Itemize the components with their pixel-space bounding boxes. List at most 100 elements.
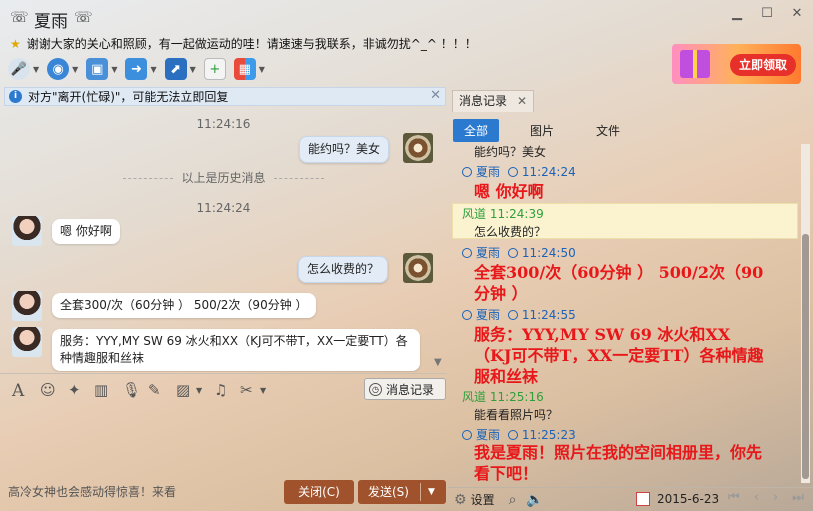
message-history-panel: 消息记录 ✕ 全部 图片 文件 能约吗？美女 夏雨 11:24:24 嗯 你好啊… <box>448 88 813 511</box>
apps-button[interactable]: ▦ ▼ <box>233 56 265 82</box>
contact-icon <box>462 310 472 320</box>
tab-label: 消息记录 <box>459 94 508 108</box>
promo-claim-button[interactable]: 立即领取 <box>730 54 796 76</box>
remote-desktop-icon: ▣ <box>86 58 109 80</box>
message-history-button[interactable]: ◷ 消息记录 <box>364 378 446 400</box>
filter-tab-all[interactable]: 全部 <box>453 118 500 142</box>
phone-icon[interactable]: ☏ <box>74 8 93 26</box>
contact-avatar[interactable] <box>12 327 42 357</box>
message-input[interactable] <box>0 404 447 476</box>
phone-icon[interactable]: ☏ <box>10 8 29 26</box>
contact-avatar[interactable] <box>12 216 42 246</box>
apps-icon: ▦ <box>233 58 256 80</box>
message-timestamp: 11:24:24 <box>196 201 251 215</box>
history-list[interactable]: 能约吗？美女 夏雨 11:24:24 嗯 你好啊 风道 11:24:39 怎么收… <box>448 144 800 483</box>
contact-message: 全套300/次（60分钟 ） 500/2次（90分钟 ） <box>52 293 316 318</box>
close-tab-icon[interactable]: ✕ <box>517 91 527 111</box>
video-call-button[interactable]: ◉ ▼ <box>47 56 78 82</box>
chevron-down-icon[interactable]: ▼ <box>196 386 202 395</box>
voice-call-button[interactable]: 🎤 ▼ <box>8 56 39 82</box>
my-avatar[interactable] <box>403 253 433 283</box>
history-message-highlighted: 我是夏雨！照片在我的空间相册里，你先看下吧！ <box>474 443 763 483</box>
signature-text: 谢谢大家的关心和照顾，有一起做运动的哇！请速速与我联系，非诚勿扰^_^ ！！！ <box>26 37 477 51</box>
history-scrollbar[interactable] <box>801 144 810 483</box>
history-message: 能看看照片吗？ <box>474 408 559 422</box>
scroll-to-bottom-icon[interactable]: ▼ <box>434 357 442 368</box>
history-sender-line: 夏雨 11:25:23 <box>462 426 576 443</box>
title-bar: ☏ 夏雨 ☏ ▁ ☐ ✕ <box>0 0 813 32</box>
contact-icon <box>507 248 518 258</box>
music-icon[interactable]: ♫ <box>214 381 227 399</box>
speaker-icon[interactable]: 🔈 <box>526 492 543 508</box>
prev-page-icon[interactable]: ‹ <box>754 490 759 505</box>
chat-toolbar: 🎤 ▼ ◉ ▼ ▣ ▼ ➜ ▼ ⬈ ▼ + ▦ ▼ <box>8 55 265 83</box>
sender-name: 风道 <box>462 390 487 404</box>
scrollbar-thumb[interactable] <box>802 234 809 479</box>
file-transfer-button[interactable]: ➜ ▼ <box>125 56 157 82</box>
video-message-icon[interactable]: ▥ <box>94 381 108 399</box>
gift-icon <box>680 50 710 78</box>
voice-message-icon[interactable]: 🎙 <box>122 381 141 399</box>
camera-icon: ◉ <box>47 58 70 80</box>
chevron-down-icon: ▼ <box>189 64 196 74</box>
history-footer: ⚙ 设置 ⌕ 🔈 2015-6-23 ⏮ ‹ › ⏭ <box>448 487 813 511</box>
send-button[interactable]: 发送(S) ▼ <box>358 480 446 504</box>
scratchpad-icon[interactable]: ✎ <box>148 381 161 399</box>
history-panel-header: 消息记录 ✕ <box>448 88 813 114</box>
remote-desktop-button[interactable]: ▣ ▼ <box>86 56 117 82</box>
calendar-icon[interactable] <box>636 492 650 506</box>
filter-tab-images[interactable]: 图片 <box>519 119 565 142</box>
promo-banner[interactable]: 立即领取 <box>672 44 801 84</box>
font-icon[interactable]: A <box>12 381 24 401</box>
contact-avatar[interactable] <box>12 291 42 321</box>
chevron-down-icon[interactable]: ▼ <box>260 386 266 395</box>
contact-icon <box>507 167 518 177</box>
last-page-icon[interactable]: ⏭ <box>792 490 804 505</box>
my-avatar[interactable] <box>403 133 433 163</box>
chat-message-area[interactable]: 11:24:16 能约吗？美女 以上是历史消息 11:24:24 嗯 你好啊 怎… <box>0 107 447 372</box>
my-message: 怎么收费的？ <box>298 256 389 283</box>
message-time: 11:24:55 <box>521 308 576 322</box>
history-sender-line: 夏雨 11:24:50 <box>462 244 576 261</box>
history-message-highlighted: 嗯 你好啊 <box>474 182 544 201</box>
minimize-icon[interactable]: ▁ <box>729 6 745 22</box>
contact-signature: ★ 谢谢大家的关心和照顾，有一起做运动的哇！请速速与我联系，非诚勿扰^_^ ！！！ <box>10 35 477 52</box>
shake-window-icon[interactable]: ✦ <box>68 381 81 399</box>
search-icon[interactable]: ⌕ <box>509 492 517 508</box>
screenshot-scissors-icon[interactable]: ✂ <box>240 381 253 399</box>
info-icon: i <box>9 90 22 103</box>
gear-icon[interactable]: ⚙ <box>454 492 467 508</box>
maximize-icon[interactable]: ☐ <box>759 6 775 22</box>
sender-name: 夏雨 <box>476 165 501 179</box>
contact-icon <box>462 167 472 177</box>
close-button[interactable]: 关闭(C) <box>284 480 354 504</box>
settings-link[interactable]: 设置 <box>471 491 495 508</box>
history-message: 怎么收费的？ <box>474 225 547 239</box>
next-page-icon[interactable]: › <box>773 490 778 505</box>
sender-name: 夏雨 <box>476 428 501 442</box>
send-button-label: 发送(S) <box>368 485 409 499</box>
filter-tab-files[interactable]: 文件 <box>585 119 631 142</box>
history-divider: 以上是历史消息 <box>0 169 447 186</box>
message-time: 11:24:39 <box>489 207 544 221</box>
bottom-promo-text[interactable]: 高冷女神也会感动得惊喜！来看 <box>8 483 176 500</box>
send-options-chevron-icon[interactable]: ▼ <box>428 480 435 504</box>
close-icon[interactable]: ✕ <box>789 6 805 22</box>
history-sender-line: 夏雨 11:24:24 <box>462 163 576 180</box>
close-notice-icon[interactable]: ✕ <box>430 88 441 103</box>
image-icon[interactable]: ▨ <box>176 381 190 399</box>
chat-add-icon: + <box>203 58 226 80</box>
new-group-chat-button[interactable]: + <box>203 56 226 82</box>
first-page-icon[interactable]: ⏮ <box>728 490 740 505</box>
tab-message-history[interactable]: 消息记录 ✕ <box>452 90 534 112</box>
my-message: 能约吗？美女 <box>299 136 390 163</box>
contact-icon <box>462 430 472 440</box>
screen-share-button[interactable]: ⬈ ▼ <box>164 56 196 82</box>
emoji-icon[interactable]: ☺ <box>40 381 56 399</box>
sender-name: 夏雨 <box>476 308 501 322</box>
chevron-down-icon: ▼ <box>258 64 265 74</box>
history-date[interactable]: 2015-6-23 <box>657 492 719 506</box>
history-button-label: 消息记录 <box>386 382 435 397</box>
screen-share-icon: ⬈ <box>164 58 187 80</box>
message-time: 11:25:16 <box>489 390 544 404</box>
